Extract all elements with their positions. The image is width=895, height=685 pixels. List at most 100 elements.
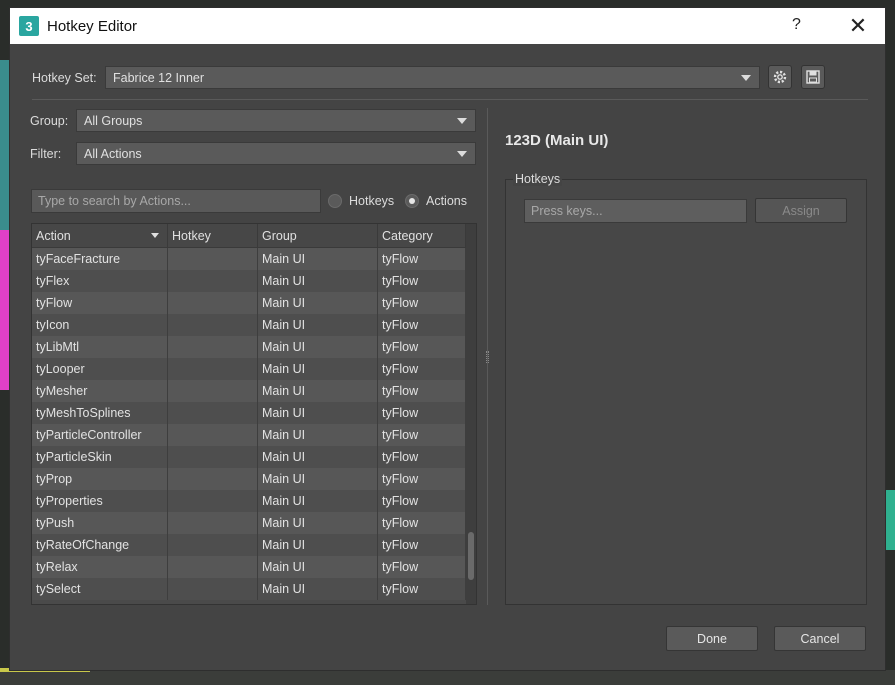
cell-action: tyRateOfChange [32,534,168,556]
cell-group: Main UI [258,358,378,380]
table-row[interactable]: tyLibMtl Main UI tyFlow [32,336,476,358]
done-button[interactable]: Done [666,626,758,651]
assign-button[interactable]: Assign [755,198,847,223]
viewport-strip [0,670,895,685]
cell-action: tyLibMtl [32,336,168,358]
press-keys-input[interactable]: Press keys... [524,199,747,223]
sort-down-icon [151,233,159,238]
cell-group: Main UI [258,314,378,336]
cell-group: Main UI [258,270,378,292]
splitter-grip-icon[interactable] [486,351,489,363]
cell-action: tySelect [32,578,168,600]
cell-group: Main UI [258,424,378,446]
cancel-button[interactable]: Cancel [774,626,866,651]
table-row[interactable]: tyParticleSkin Main UI tyFlow [32,446,476,468]
cell-category: tyFlow [378,402,466,424]
title-bar[interactable]: 3 Hotkey Editor ? ✕ [10,8,885,44]
table-body: tyFaceFracture Main UI tyFlow tyFlex Main UI… [32,248,476,600]
chevron-down-icon [457,118,467,124]
cell-hotkey [168,578,258,600]
table-row[interactable]: tyRelax Main UI tyFlow [32,556,476,578]
table-row[interactable]: tyFlow Main UI tyFlow [32,292,476,314]
column-label: Action [36,228,71,243]
group-dropdown[interactable]: All Groups [76,109,476,132]
cell-hotkey [168,248,258,270]
chevron-down-icon [741,75,751,81]
cell-hotkey [168,270,258,292]
cell-category: tyFlow [378,424,466,446]
cell-category: tyFlow [378,270,466,292]
table-row[interactable]: tyLooper Main UI tyFlow [32,358,476,380]
actions-radio[interactable] [405,194,419,208]
table-row[interactable]: tyPush Main UI tyFlow [32,512,476,534]
table-header: Action Hotkey Group Category [32,224,476,248]
hotkey-set-dropdown[interactable]: Fabrice 12 Inner [105,66,760,89]
hotkeys-radio-label[interactable]: Hotkeys [349,194,394,208]
table-row[interactable]: tyParticleController Main UI tyFlow [32,424,476,446]
close-button[interactable]: ✕ [846,13,870,39]
hotkeys-radio[interactable] [328,194,342,208]
vertical-scrollbar[interactable] [466,224,476,604]
cell-hotkey [168,490,258,512]
search-placeholder: Type to search by Actions... [38,194,191,208]
gear-icon [773,70,787,84]
hotkey-editor-dialog: 3 Hotkey Editor ? ✕ Hotkey Set: Fabrice … [9,7,886,671]
table-row[interactable]: tyRateOfChange Main UI tyFlow [32,534,476,556]
cell-hotkey [168,314,258,336]
table-row[interactable]: tyFlex Main UI tyFlow [32,270,476,292]
search-input[interactable]: Type to search by Actions... [31,189,321,213]
cell-action: tyProperties [32,490,168,512]
cell-action: tyFlex [32,270,168,292]
actions-table: Action Hotkey Group Category tyFaceFract… [31,223,477,605]
group-value: All Groups [84,113,143,128]
group-label: Group: [30,114,69,128]
table-row[interactable]: tyProperties Main UI tyFlow [32,490,476,512]
cell-group: Main UI [258,512,378,534]
settings-button[interactable] [768,65,792,89]
column-label: Group [262,228,297,243]
column-header-category[interactable]: Category [378,224,466,247]
table-row[interactable]: tySelect Main UI tyFlow [32,578,476,600]
cell-category: tyFlow [378,446,466,468]
hotkeys-groupbox-label: Hotkeys [513,172,563,186]
cell-category: tyFlow [378,534,466,556]
cell-group: Main UI [258,468,378,490]
cell-hotkey [168,534,258,556]
cell-action: tyPush [32,512,168,534]
cell-category: tyFlow [378,556,466,578]
divider [32,99,868,100]
cell-category: tyFlow [378,336,466,358]
cell-category: tyFlow [378,578,466,600]
hotkey-set-value: Fabrice 12 Inner [113,70,205,85]
table-row[interactable]: tyProp Main UI tyFlow [32,468,476,490]
table-row[interactable]: tyFaceFracture Main UI tyFlow [32,248,476,270]
actions-radio-label[interactable]: Actions [426,194,467,208]
cell-hotkey [168,358,258,380]
cell-action: tyParticleController [32,424,168,446]
table-row[interactable]: tyMesher Main UI tyFlow [32,380,476,402]
help-button[interactable]: ? [792,16,801,34]
cell-group: Main UI [258,380,378,402]
column-header-action[interactable]: Action [32,224,168,247]
cell-group: Main UI [258,292,378,314]
column-label: Hotkey [172,228,211,243]
cell-hotkey [168,512,258,534]
scrollbar-thumb[interactable] [468,532,474,580]
cell-category: tyFlow [378,314,466,336]
cell-group: Main UI [258,248,378,270]
column-header-hotkey[interactable]: Hotkey [168,224,258,247]
cell-action: tyLooper [32,358,168,380]
app-icon: 3 [19,16,39,36]
save-button[interactable] [801,65,825,89]
chevron-down-icon [457,151,467,157]
hotkey-set-label: Hotkey Set: [32,71,97,85]
column-header-group[interactable]: Group [258,224,378,247]
table-row[interactable]: tyIcon Main UI tyFlow [32,314,476,336]
cell-hotkey [168,380,258,402]
cell-action: tyRelax [32,556,168,578]
cell-group: Main UI [258,578,378,600]
table-row[interactable]: tyMeshToSplines Main UI tyFlow [32,402,476,424]
cell-action: tyParticleSkin [32,446,168,468]
filter-dropdown[interactable]: All Actions [76,142,476,165]
cell-category: tyFlow [378,468,466,490]
